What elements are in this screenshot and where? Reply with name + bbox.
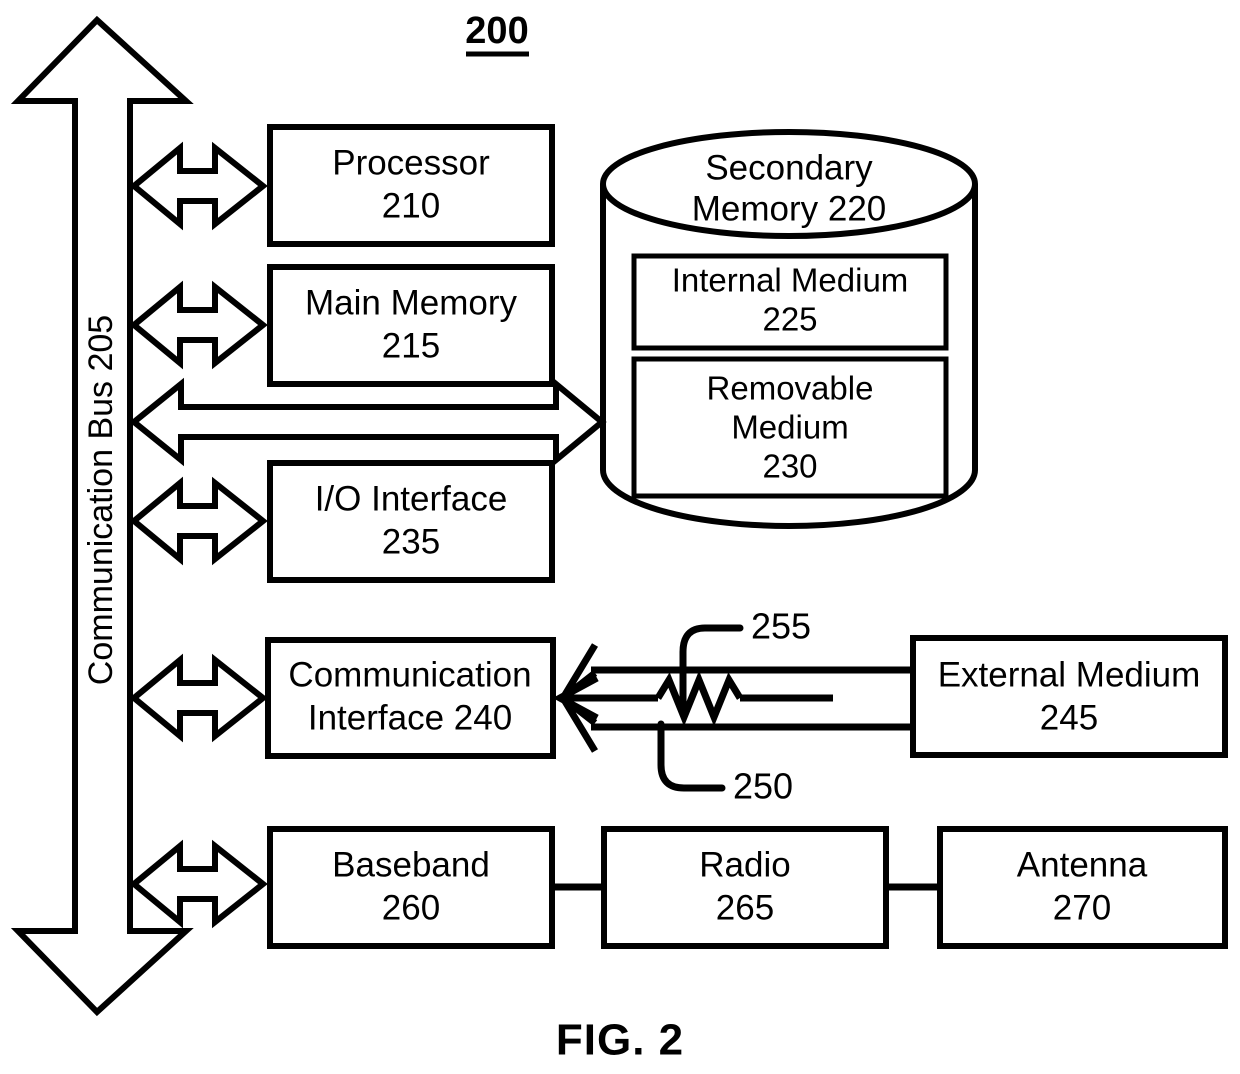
callout-250: 250 — [657, 720, 793, 807]
figure-number-label: 200 — [465, 10, 528, 52]
bus-arrow-baseband — [129, 839, 268, 929]
block-processor-ref: 210 — [382, 186, 440, 225]
block-removable-medium-title2: Medium — [731, 409, 848, 446]
block-io-interface-ref: 235 — [382, 522, 440, 561]
block-secondary-memory[interactable]: Secondary Memory 220 Internal Medium 225… — [600, 129, 978, 529]
block-processor-title: Processor — [332, 143, 490, 182]
block-antenna-title: Antenna — [1017, 845, 1148, 884]
block-main-memory-title: Main Memory — [305, 283, 517, 322]
block-main-memory-ref: 215 — [382, 326, 440, 365]
block-radio-ref: 265 — [716, 888, 774, 927]
wireless-zigzag-icon — [655, 670, 743, 727]
block-communication-interface[interactable]: Communication Interface 240 — [265, 637, 556, 759]
block-external-medium-ref: 245 — [1040, 698, 1098, 737]
block-io-interface-title: I/O Interface — [315, 479, 508, 518]
bus-arrow-io-interface — [129, 476, 268, 566]
block-radio[interactable]: Radio 265 — [601, 826, 889, 949]
block-removable-medium-ref: 230 — [762, 448, 817, 485]
bus-arrow-communication-interface — [129, 653, 268, 743]
block-removable-medium[interactable]: Removable Medium 230 — [631, 356, 949, 499]
communication-bus-label: Communication Bus 205 — [82, 315, 120, 685]
figure-caption: FIG. 2 — [556, 1016, 684, 1065]
figure-number: 200 — [465, 10, 529, 57]
block-baseband-title: Baseband — [332, 845, 490, 884]
block-main-memory[interactable]: Main Memory 215 — [267, 264, 555, 387]
block-antenna-ref: 270 — [1053, 888, 1111, 927]
block-radio-title: Radio — [699, 845, 790, 884]
bus-arrow-secondary-memory — [129, 377, 607, 467]
block-internal-medium-title: Internal Medium — [672, 262, 909, 299]
callout-250-leader — [657, 720, 726, 792]
block-internal-medium-ref: 225 — [762, 301, 817, 338]
block-secondary-memory-title: Secondary — [705, 148, 873, 187]
block-removable-medium-title: Removable — [707, 370, 874, 407]
bus-arrow-processor — [129, 141, 268, 231]
callout-255-label: 255 — [751, 606, 811, 647]
block-communication-interface-title: Communication — [288, 655, 531, 694]
block-baseband[interactable]: Baseband 260 — [267, 826, 555, 949]
block-processor[interactable]: Processor 210 — [267, 124, 555, 247]
patent-figure: 200 Communication Bus 205 Processor 210 … — [0, 0, 1240, 1074]
block-internal-medium[interactable]: Internal Medium 225 — [631, 253, 949, 351]
block-baseband-ref: 260 — [382, 888, 440, 927]
callout-250-label: 250 — [733, 766, 793, 807]
block-diagram-canvas: 200 Communication Bus 205 Processor 210 … — [10, 10, 1228, 1065]
block-communication-interface-ref: Interface 240 — [308, 698, 512, 737]
block-io-interface[interactable]: I/O Interface 235 — [267, 460, 555, 583]
external-medium-links — [552, 643, 913, 753]
block-antenna[interactable]: Antenna 270 — [937, 826, 1228, 949]
block-external-medium[interactable]: External Medium 245 — [910, 635, 1228, 758]
block-secondary-memory-ref: Memory 220 — [692, 189, 887, 228]
block-external-medium-title: External Medium — [938, 655, 1201, 694]
bus-arrow-main-memory — [129, 280, 268, 370]
